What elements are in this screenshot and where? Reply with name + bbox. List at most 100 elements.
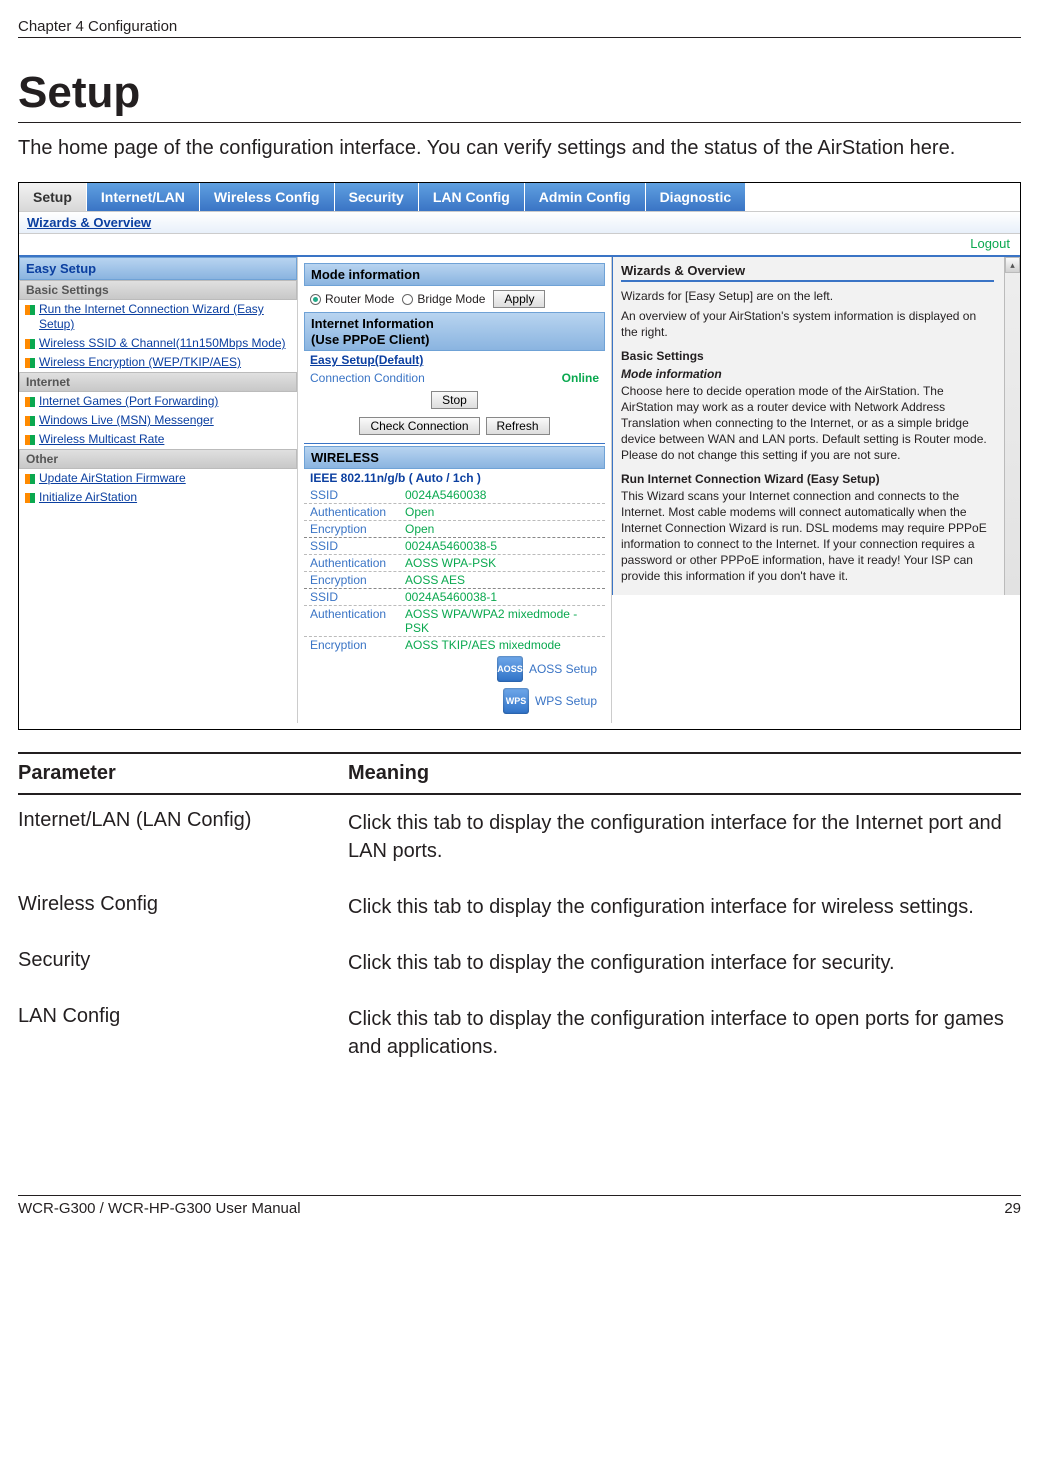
router-admin-screenshot: Setup Internet/LAN Wireless Config Secur…	[18, 182, 1021, 730]
wireless-kv-row: AuthenticationAOSS WPA/WPA2 mixedmode - …	[304, 606, 605, 637]
param-name: Internet/LAN (LAN Config)	[18, 809, 348, 865]
wireless-key: Authentication	[310, 556, 405, 570]
tab-admin-config[interactable]: Admin Config	[525, 183, 646, 211]
page-intro: The home page of the configuration inter…	[18, 135, 1021, 162]
bullet-icon	[25, 397, 35, 407]
tab-internet-lan[interactable]: Internet/LAN	[87, 183, 200, 211]
tab-lan-config[interactable]: LAN Config	[419, 183, 525, 211]
apply-button[interactable]: Apply	[493, 290, 545, 308]
run-internet-wizard-link[interactable]: Run the Internet Connection Wizard (Easy…	[39, 302, 293, 332]
wireless-kv-row: AuthenticationOpen	[304, 504, 605, 521]
wireless-key: SSID	[310, 590, 405, 604]
ieee-spec-label: IEEE 802.11n/g/b ( Auto / 1ch )	[304, 469, 605, 487]
help-text: Choose here to decide operation mode of …	[621, 383, 994, 464]
wireless-value: AOSS WPA-PSK	[405, 556, 599, 570]
help-basic-settings-head: Basic Settings	[621, 349, 994, 363]
easy-setup-default-link[interactable]: Easy Setup(Default)	[304, 351, 605, 369]
aoss-setup-link[interactable]: AOSS Setup	[529, 662, 597, 676]
help-text: Wizards for [Easy Setup] are on the left…	[621, 288, 994, 304]
param-table-row: LAN ConfigClick this tab to display the …	[18, 991, 1021, 1075]
bullet-icon	[25, 339, 35, 349]
scrollbar[interactable]: ▴	[1004, 257, 1020, 595]
footer-page-number: 29	[1004, 1200, 1021, 1217]
basic-settings-subhead: Basic Settings	[19, 280, 297, 300]
wireless-kv-row: EncryptionAOSS AES	[304, 572, 605, 589]
refresh-button[interactable]: Refresh	[486, 417, 550, 435]
param-table-row: Internet/LAN (LAN Config)Click this tab …	[18, 795, 1021, 879]
wireless-value: AOSS WPA/WPA2 mixedmode - PSK	[405, 607, 599, 635]
wireless-kv-row: SSID0024A5460038-1	[304, 589, 605, 606]
router-mode-label: Router Mode	[325, 292, 394, 306]
msn-messenger-link[interactable]: Windows Live (MSN) Messenger	[39, 413, 214, 428]
wireless-key: Authentication	[310, 505, 405, 519]
help-mode-info-head: Mode information	[621, 367, 994, 381]
param-header-parameter: Parameter	[18, 762, 348, 785]
param-meaning: Click this tab to display the configurat…	[348, 893, 1021, 921]
bridge-mode-radio[interactable]: Bridge Mode	[402, 292, 485, 306]
wps-icon: WPS	[503, 688, 529, 714]
tab-setup[interactable]: Setup	[19, 183, 87, 211]
wireless-kv-row: SSID0024A5460038	[304, 487, 605, 504]
wireless-kv-row: AuthenticationAOSS WPA-PSK	[304, 555, 605, 572]
param-meaning: Click this tab to display the configurat…	[348, 949, 1021, 977]
subnav-wizards-overview-link[interactable]: Wizards & Overview	[27, 215, 151, 230]
scroll-up-icon[interactable]: ▴	[1005, 257, 1020, 273]
tab-diagnostic[interactable]: Diagnostic	[646, 183, 747, 211]
wireless-value: 0024A5460038-5	[405, 539, 599, 553]
tab-wireless-config[interactable]: Wireless Config	[200, 183, 335, 211]
wireless-value: 0024A5460038-1	[405, 590, 599, 604]
wps-setup-link[interactable]: WPS Setup	[535, 694, 597, 708]
help-wizards-overview-title: Wizards & Overview	[621, 263, 994, 282]
param-name: Security	[18, 949, 348, 977]
wireless-key: Authentication	[310, 607, 405, 635]
bridge-mode-label: Bridge Mode	[417, 292, 485, 306]
chapter-label: Chapter 4 Configuration	[18, 18, 177, 35]
connection-status-value: Online	[562, 371, 599, 385]
multicast-rate-link[interactable]: Wireless Multicast Rate	[39, 432, 164, 447]
wireless-value: AOSS TKIP/AES mixedmode	[405, 638, 599, 652]
param-table-row: Wireless ConfigClick this tab to display…	[18, 879, 1021, 935]
wireless-key: Encryption	[310, 522, 405, 536]
help-text: An overview of your AirStation's system …	[621, 308, 994, 340]
radio-off-icon	[402, 294, 413, 305]
mode-info-header: Mode information	[304, 263, 605, 286]
router-mode-radio[interactable]: Router Mode	[310, 292, 394, 306]
bullet-icon	[25, 435, 35, 445]
logout-link[interactable]: Logout	[970, 236, 1010, 251]
wireless-encryption-link[interactable]: Wireless Encryption (WEP/TKIP/AES)	[39, 355, 241, 370]
param-meaning: Click this tab to display the configurat…	[348, 1005, 1021, 1061]
footer-manual-name: WCR-G300 / WCR-HP-G300 User Manual	[18, 1200, 301, 1217]
param-meaning: Click this tab to display the configurat…	[348, 809, 1021, 865]
update-firmware-link[interactable]: Update AirStation Firmware	[39, 471, 186, 486]
initialize-airstation-link[interactable]: Initialize AirStation	[39, 490, 137, 505]
aoss-icon: AOSS	[497, 656, 523, 682]
param-name: LAN Config	[18, 1005, 348, 1061]
radio-on-icon	[310, 294, 321, 305]
wireless-header: WIRELESS	[304, 446, 605, 469]
internet-subhead: Internet	[19, 372, 297, 392]
bullet-icon	[25, 493, 35, 503]
check-connection-button[interactable]: Check Connection	[359, 417, 479, 435]
bullet-icon	[25, 358, 35, 368]
wireless-kv-row: EncryptionAOSS TKIP/AES mixedmode	[304, 637, 605, 653]
param-name: Wireless Config	[18, 893, 348, 921]
wireless-key: SSID	[310, 488, 405, 502]
param-table-row: SecurityClick this tab to display the co…	[18, 935, 1021, 991]
easy-setup-header: Easy Setup	[19, 257, 297, 280]
bullet-icon	[25, 474, 35, 484]
tab-security[interactable]: Security	[335, 183, 419, 211]
wireless-key: Encryption	[310, 638, 405, 652]
help-text: This Wizard scans your Internet connecti…	[621, 488, 994, 585]
page-title: Setup	[18, 68, 1021, 123]
wireless-value: 0024A5460038	[405, 488, 599, 502]
wireless-key: Encryption	[310, 573, 405, 587]
help-run-wizard-head: Run Internet Connection Wizard (Easy Set…	[621, 472, 994, 486]
port-forwarding-link[interactable]: Internet Games (Port Forwarding)	[39, 394, 218, 409]
connection-condition-label: Connection Condition	[310, 371, 425, 385]
wireless-ssid-channel-link[interactable]: Wireless SSID & Channel(11n150Mbps Mode)	[39, 336, 286, 351]
stop-button[interactable]: Stop	[431, 391, 478, 409]
bullet-icon	[25, 416, 35, 426]
wireless-kv-row: SSID0024A5460038-5	[304, 538, 605, 555]
wireless-kv-row: EncryptionOpen	[304, 521, 605, 538]
wireless-key: SSID	[310, 539, 405, 553]
